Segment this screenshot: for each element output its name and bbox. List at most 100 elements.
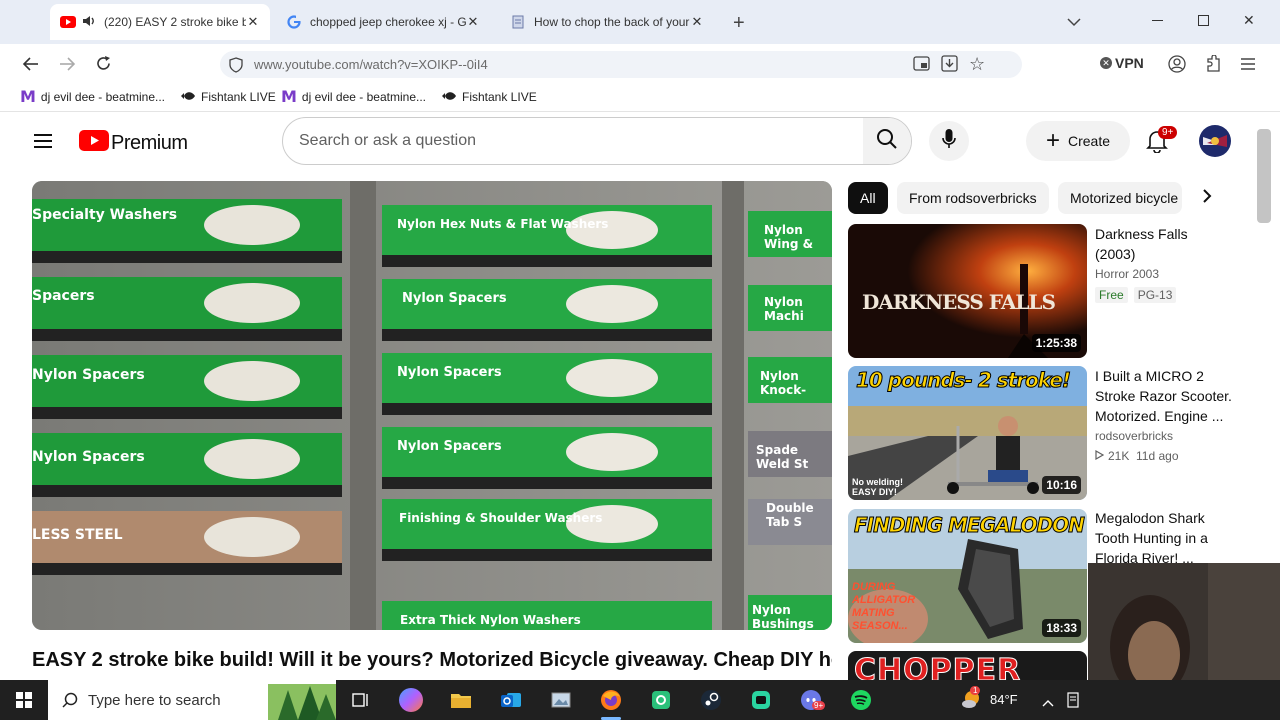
youtube-logo-text: Premium <box>111 131 188 154</box>
duration-badge: 1:25:38 <box>1031 334 1081 352</box>
chip-all[interactable]: All <box>848 182 888 214</box>
search-icon <box>62 692 78 713</box>
thumbnail-subtext: No welding! EASY DIY! <box>852 477 903 497</box>
taskbar-search-input[interactable]: Type here to search <box>88 692 221 709</box>
site-info-icon[interactable] <box>228 57 244 78</box>
search-button[interactable] <box>863 118 911 164</box>
bookmark-item[interactable]: Fishtank LIVE <box>180 90 276 104</box>
tab-youtube[interactable]: (220) EASY 2 stroke bike bu ✕ <box>50 4 270 40</box>
video-player[interactable]: Specialty Washers Nylon Hex Nuts & Flat … <box>32 181 832 630</box>
recommendation-meta: Horror 2003 <box>1095 267 1160 281</box>
bookmark-item[interactable]: Fishtank LIVE <box>441 90 537 104</box>
recommendation-thumbnail[interactable]: FINDING MEGALODON DURING ALLIGATOR MATIN… <box>848 509 1087 643</box>
drawer-label: LESS STEEL <box>32 527 123 543</box>
drawer-label: Spacers <box>32 288 95 304</box>
navigation-bar: www.youtube.com/watch?v=XOIKP--0iI4 ☆ ✕ … <box>0 44 1280 84</box>
weather-temperature[interactable]: 84°F <box>990 692 1018 707</box>
close-tab-icon[interactable]: ✕ <box>246 14 260 30</box>
vpn-label: VPN <box>1115 55 1144 71</box>
youtube-play-icon <box>79 130 109 156</box>
search-box[interactable]: Search or ask a question <box>282 117 912 165</box>
app-icon[interactable] <box>649 688 673 712</box>
voice-search-button[interactable] <box>929 121 969 161</box>
close-window-icon[interactable]: ✕ <box>1243 12 1255 29</box>
play-count-icon <box>1095 449 1105 463</box>
recommendation-title[interactable]: I Built a MICRO 2 Stroke Razor Scooter. … <box>1095 366 1235 426</box>
reload-icon[interactable] <box>95 55 112 77</box>
bookmark-item[interactable]: M dj evil dee - beatmine... <box>20 87 165 106</box>
hamburger-menu-icon[interactable] <box>34 133 52 154</box>
task-view-icon[interactable] <box>349 688 373 712</box>
drawer-label: Double Tab S <box>766 501 814 529</box>
vpn-status-icon: ✕ <box>1100 57 1112 69</box>
close-tab-icon[interactable]: ✕ <box>690 14 704 30</box>
outlook-icon[interactable] <box>499 688 523 712</box>
title-line: (2003) <box>1095 246 1136 262</box>
thumbnail-subtext: DURING ALLIGATOR MATING SEASON... <box>852 581 916 632</box>
vpn-button[interactable]: ✕ VPN <box>1100 55 1144 71</box>
chevron-up-icon[interactable] <box>1042 694 1054 712</box>
photos-icon[interactable] <box>549 688 573 712</box>
bookmark-item[interactable]: M dj evil dee - beatmine... <box>281 87 426 106</box>
close-tab-icon[interactable]: ✕ <box>466 14 480 30</box>
speaker-icon[interactable] <box>82 15 96 30</box>
recommendation-title[interactable]: Darkness Falls (2003) <box>1095 224 1235 264</box>
search-input[interactable]: Search or ask a question <box>299 132 476 150</box>
chip-from-channel[interactable]: From rodsoverbricks <box>897 182 1049 214</box>
drawer-label: Nylon Spacers <box>32 449 145 465</box>
youtube-logo[interactable]: Premium <box>79 130 188 156</box>
star-bookmark-icon[interactable]: ☆ <box>969 54 985 75</box>
m-logo-icon: M <box>20 87 36 106</box>
recommendation-thumbnail[interactable]: DARKNESS FALLS 1:25:38 <box>848 224 1087 358</box>
thumbnail-text: FINDING MEGALODON <box>854 513 1086 538</box>
firefox-icon[interactable] <box>599 688 623 712</box>
steam-icon[interactable] <box>699 688 723 712</box>
recommendation-thumbnail[interactable]: 10 pounds- 2 stroke! No welding! EASY DI… <box>848 366 1087 500</box>
drawer-label: Nylon Spacers <box>402 291 507 306</box>
profile-icon[interactable] <box>1168 55 1186 78</box>
thumbnail-text: 10 pounds- 2 stroke! <box>855 368 1071 393</box>
minimize-icon[interactable] <box>1152 20 1163 21</box>
download-page-icon[interactable] <box>941 55 958 77</box>
create-button[interactable]: + Create <box>1026 121 1130 161</box>
title-line: Darkness Falls <box>1095 226 1188 242</box>
picture-in-picture-icon[interactable] <box>913 56 930 76</box>
chips-next-button[interactable] <box>1191 182 1223 214</box>
windows-start-icon[interactable] <box>16 692 32 713</box>
spotify-icon[interactable] <box>849 688 873 712</box>
recommendation-title[interactable]: Megalodon Shark Tooth Hunting in a Flori… <box>1095 508 1235 568</box>
new-tab-icon[interactable]: + <box>733 12 745 35</box>
bookmarks-bar: M dj evil dee - beatmine... Fishtank LIV… <box>0 84 1280 112</box>
tray-icon[interactable] <box>1066 692 1080 713</box>
chevron-down-icon[interactable] <box>1066 14 1082 32</box>
extensions-icon[interactable] <box>1205 54 1221 78</box>
url-text: www.youtube.com/watch?v=XOIKP--0iI4 <box>254 57 488 72</box>
google-favicon-icon <box>286 14 302 30</box>
drawer-label: Nylon Machi <box>764 295 804 323</box>
tab-title: chopped jeep cherokee xj - Goc <box>310 15 466 29</box>
tab-google[interactable]: chopped jeep cherokee xj - Goc ✕ <box>276 4 490 40</box>
create-label: Create <box>1067 133 1111 149</box>
title-line: Megalodon Shark <box>1095 510 1205 526</box>
chevron-right-icon <box>1202 188 1212 209</box>
taskbar-search-box[interactable]: Type here to search <box>48 680 336 720</box>
address-bar[interactable]: www.youtube.com/watch?v=XOIKP--0iI4 <box>220 51 1022 78</box>
m-logo-icon: M <box>281 87 297 106</box>
drawer-label: Finishing & Shoulder Washers <box>399 511 603 525</box>
microphone-icon <box>942 128 956 154</box>
channel-name[interactable]: rodsoverbricks <box>1095 429 1173 443</box>
menu-icon[interactable] <box>1241 57 1255 75</box>
game-app-icon[interactable] <box>749 688 773 712</box>
maximize-icon[interactable] <box>1198 15 1209 26</box>
free-badge: Free <box>1095 287 1128 303</box>
forward-icon[interactable] <box>58 56 76 77</box>
avatar[interactable] <box>1199 125 1231 157</box>
file-explorer-icon[interactable] <box>449 688 473 712</box>
chip-motorized-bicycle[interactable]: Motorized bicycle <box>1058 182 1182 214</box>
tab-article[interactable]: How to chop the back of your X ✕ <box>500 4 714 40</box>
search-highlight-image <box>258 680 336 725</box>
copilot-icon[interactable] <box>399 688 423 712</box>
back-icon[interactable] <box>22 56 40 77</box>
scrollbar-thumb[interactable] <box>1257 129 1271 223</box>
recommendation-thumbnail[interactable]: CHOPPER <box>848 651 1087 680</box>
